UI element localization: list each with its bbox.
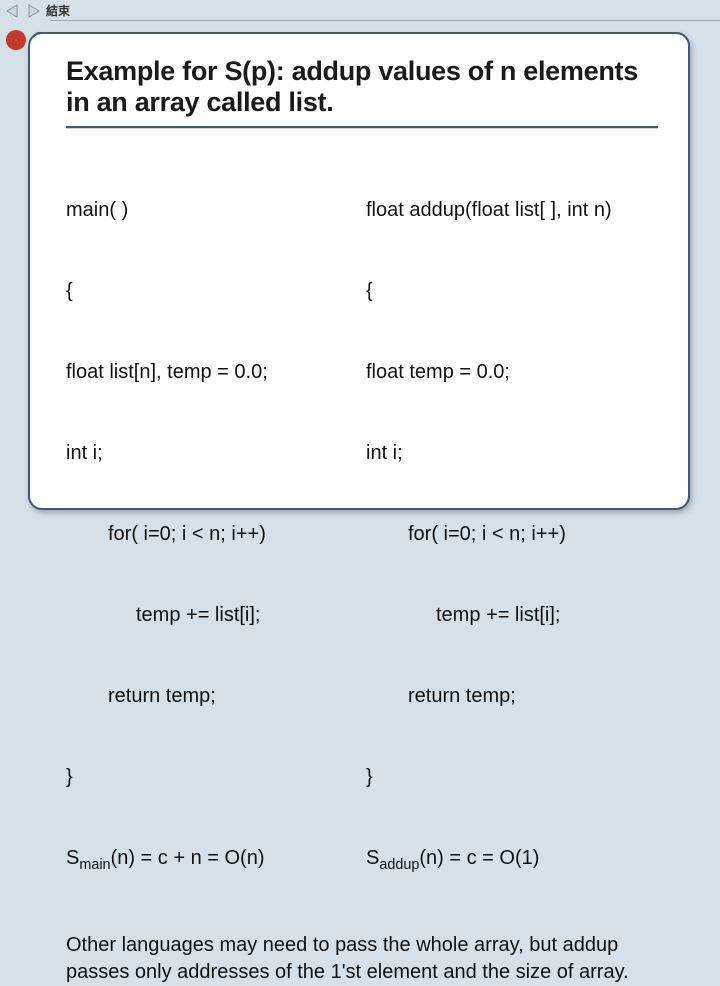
code-line: for( i=0; i < n; i++) bbox=[66, 521, 358, 548]
code-line: float temp = 0.0; bbox=[366, 359, 658, 386]
code-line: for( i=0; i < n; i++) bbox=[366, 521, 658, 548]
code-line: main( ) bbox=[66, 197, 358, 224]
slide-content: main( ) { float list[n], temp = 0.0; int… bbox=[66, 143, 658, 985]
end-button[interactable]: 結束 bbox=[46, 2, 70, 19]
next-icon[interactable] bbox=[24, 3, 42, 19]
code-line: { bbox=[66, 278, 358, 305]
prev-icon[interactable] bbox=[4, 3, 22, 19]
footer-note: Other languages may need to pass the who… bbox=[66, 932, 658, 986]
title-divider bbox=[66, 126, 658, 129]
complexity-left: Smain(n) = c + n = O(n) bbox=[66, 845, 358, 875]
code-line: temp += list[i]; bbox=[366, 602, 658, 629]
code-left-column: main( ) { float list[n], temp = 0.0; int… bbox=[66, 143, 358, 929]
complexity-right: Saddup(n) = c = O(1) bbox=[366, 845, 658, 875]
code-line: } bbox=[66, 764, 358, 791]
nav-bar: 結束 bbox=[4, 2, 70, 19]
code-line: return temp; bbox=[66, 683, 358, 710]
slide-card: Example for S(p): addup values of n elem… bbox=[28, 32, 690, 510]
code-line: int i; bbox=[366, 440, 658, 467]
code-right-column: float addup(float list[ ], int n) { floa… bbox=[366, 143, 658, 929]
slide-title: Example for S(p): addup values of n elem… bbox=[66, 56, 658, 118]
code-line: float list[n], temp = 0.0; bbox=[66, 359, 358, 386]
top-divider bbox=[50, 20, 720, 21]
code-line: } bbox=[366, 764, 658, 791]
code-line: { bbox=[366, 278, 658, 305]
code-line: float addup(float list[ ], int n) bbox=[366, 197, 658, 224]
code-line: int i; bbox=[66, 440, 358, 467]
code-line: temp += list[i]; bbox=[66, 602, 358, 629]
code-line: return temp; bbox=[366, 683, 658, 710]
dot-red-icon bbox=[6, 30, 26, 50]
